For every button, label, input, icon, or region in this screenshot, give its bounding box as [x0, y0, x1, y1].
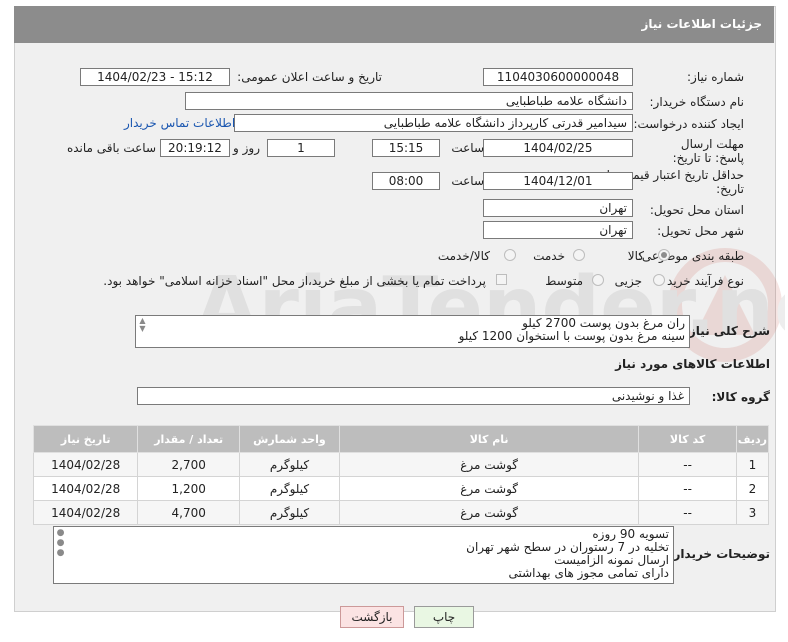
- price-time-label: ساعت: [451, 174, 484, 188]
- remaining-label: ساعت باقی مانده: [66, 141, 156, 155]
- category-radio-both[interactable]: [504, 249, 516, 261]
- process-radio-medium[interactable]: [592, 274, 604, 286]
- city-label: شهر محل تحویل:: [657, 224, 744, 238]
- category-option-both: کالا/خدمت: [437, 249, 490, 263]
- scroll-dots-icon[interactable]: ● ● ●: [55, 528, 66, 558]
- cell-code: --: [638, 500, 737, 525]
- print-button[interactable]: چاپ: [414, 606, 474, 628]
- notes-textarea[interactable]: ● ● ● تسویه 90 روزه تخلیه در 7 رستوران در …: [53, 526, 674, 584]
- city-field: تهران: [483, 221, 633, 239]
- buyer-field: دانشگاه علامه طباطبایی: [185, 92, 633, 110]
- announce-field: 1404/02/23 - 15:12: [80, 68, 230, 86]
- category-option-service: خدمت: [533, 249, 565, 263]
- creator-label: ایجاد کننده درخواست:: [633, 117, 744, 131]
- notes-label: توضیحات خریدار:: [668, 547, 770, 561]
- table-row: 2 -- گوشت مرغ کیلوگرم 1,200 1404/02/28: [32, 476, 770, 501]
- cell-name: گوشت مرغ: [338, 452, 640, 477]
- price-date-field: 1404/12/01: [483, 172, 633, 190]
- table-header-row: ردیف کد کالا نام کالا واحد شمارش تعداد /…: [32, 425, 770, 453]
- category-label: طبقه بندی موضوعی:: [637, 249, 744, 263]
- payment-note: پرداخت تمام یا بخشی از مبلغ خرید،از محل …: [103, 274, 486, 288]
- cell-quantity: 4,700: [137, 500, 241, 525]
- summary-label: شرح کلی نیاز:: [684, 324, 770, 338]
- cell-name: گوشت مرغ: [338, 476, 640, 501]
- cell-date: 1404/02/28: [32, 452, 139, 477]
- panel-header: جزئیات اطلاعات نیاز: [14, 6, 774, 43]
- group-field: غذا و نوشیدنی: [137, 387, 690, 405]
- col-row: ردیف: [735, 425, 770, 453]
- announce-label: تاریخ و ساعت اعلان عمومی:: [237, 70, 382, 84]
- cell-quantity: 1,200: [137, 476, 241, 501]
- cell-row: 3: [735, 500, 770, 525]
- cell-date: 1404/02/28: [32, 500, 139, 525]
- province-field: تهران: [483, 199, 633, 217]
- treasury-checkbox[interactable]: [496, 274, 507, 285]
- process-radio-partial[interactable]: [653, 274, 665, 286]
- need-number-field: 1104030600000048: [483, 68, 633, 86]
- category-radio-goods[interactable]: [658, 249, 670, 261]
- contact-info-link[interactable]: اطلاعات تماس خریدار: [124, 116, 235, 130]
- cell-unit: کیلوگرم: [239, 452, 340, 477]
- scroll-arrows-icon[interactable]: ▲ ▼: [137, 317, 148, 333]
- process-label: نوع فرآیند خرید :: [659, 274, 744, 288]
- days-label: روز و: [233, 141, 260, 155]
- page-title: جزئیات اطلاعات نیاز: [641, 17, 762, 31]
- col-name: نام کالا: [338, 425, 640, 453]
- back-button[interactable]: بازگشت: [340, 606, 404, 628]
- summary-textarea[interactable]: ▲ ▼ ران مرغ بدون پوست 2700 کیلو سینه مرغ …: [135, 315, 690, 348]
- days-field: 1: [267, 139, 335, 157]
- category-option-goods: کالا: [627, 249, 644, 263]
- col-quantity: تعداد / مقدار: [137, 425, 241, 453]
- notes-line-4: دارای تمامی مجوز های بهداشتی: [508, 566, 669, 580]
- cell-code: --: [638, 452, 737, 477]
- remaining-time-field: 20:19:12: [160, 139, 230, 157]
- need-number-label: شماره نیاز:: [687, 70, 744, 84]
- creator-field: سیدامیر قدرتی کارپرداز دانشگاه علامه طبا…: [234, 114, 633, 132]
- table-row: 3 -- گوشت مرغ کیلوگرم 4,700 1404/02/28: [32, 500, 770, 525]
- cell-name: گوشت مرغ: [338, 500, 640, 525]
- cell-unit: کیلوگرم: [239, 500, 340, 525]
- cell-row: 2: [735, 476, 770, 501]
- category-radio-service[interactable]: [573, 249, 585, 261]
- cell-row: 1: [735, 452, 770, 477]
- reply-time-field: 15:15: [372, 139, 440, 157]
- goods-section-title: اطلاعات کالاهای مورد نیاز: [615, 357, 770, 371]
- process-option-medium: متوسط: [545, 274, 583, 288]
- table-row: 1 -- گوشت مرغ کیلوگرم 2,700 1404/02/28: [32, 452, 770, 477]
- col-code: کد کالا: [638, 425, 737, 453]
- cell-unit: کیلوگرم: [239, 476, 340, 501]
- price-time-field: 08:00: [372, 172, 440, 190]
- reply-date-field: 1404/02/25: [483, 139, 633, 157]
- buyer-label: نام دستگاه خریدار:: [649, 95, 745, 109]
- cell-quantity: 2,700: [137, 452, 241, 477]
- process-option-partial: جزیی: [614, 274, 642, 288]
- reply-deadline-label: مهلت ارسال پاسخ: تا تاریخ:: [672, 137, 744, 165]
- goods-table: ردیف کد کالا نام کالا واحد شمارش تعداد /…: [32, 425, 770, 525]
- cell-date: 1404/02/28: [32, 476, 139, 501]
- province-label: استان محل تحویل:: [649, 203, 744, 217]
- col-date: تاریخ نیاز: [32, 425, 139, 453]
- group-label: گروه کالا:: [711, 390, 770, 404]
- cell-code: --: [638, 476, 737, 501]
- col-unit: واحد شمارش: [239, 425, 340, 453]
- summary-line-2: سینه مرغ بدون پوست با استخوان 1200 کیلو: [458, 329, 685, 343]
- reply-time-label: ساعت: [451, 141, 484, 155]
